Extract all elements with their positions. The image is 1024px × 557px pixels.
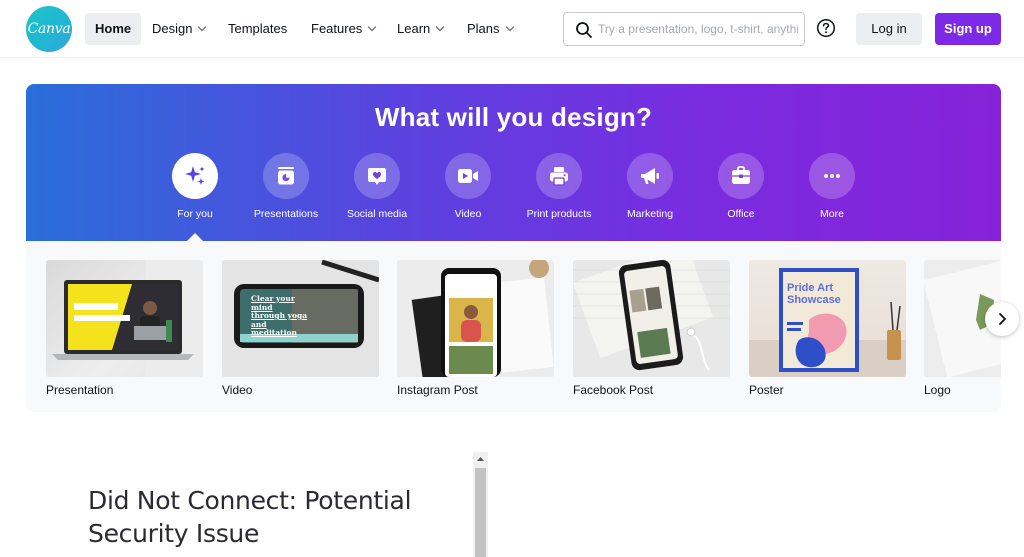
category-label: Social media (346, 208, 408, 220)
scroll-up-arrow-icon[interactable] (473, 452, 488, 466)
category-label: Office (727, 208, 755, 220)
category-icon-circle (718, 153, 764, 199)
nav-learn[interactable]: Learn (387, 13, 453, 45)
category-for-you[interactable]: For you (150, 153, 240, 220)
search-box (563, 12, 805, 46)
nav-features-label: Features (311, 21, 363, 36)
template-label: Video (222, 383, 253, 397)
vertical-scrollbar[interactable] (473, 452, 488, 557)
nav-templates-label: Templates (228, 21, 288, 36)
category-more[interactable]: More (787, 153, 877, 220)
top-navigation-bar: Canva Home Design Templates Features Lea… (0, 0, 1024, 58)
category-icon-circle (354, 153, 400, 199)
chevron-right-icon (999, 313, 1006, 325)
phone-instagram-image (397, 260, 554, 377)
heart-chat-icon (368, 168, 386, 185)
template-label: Poster (749, 383, 784, 397)
chevron-down-icon (505, 22, 514, 32)
template-thumbnail (573, 260, 730, 377)
category-marketing[interactable]: Marketing (605, 153, 695, 220)
category-icon-circle (536, 153, 582, 199)
template-label: Facebook Post (573, 383, 654, 397)
nav-plans-label: Plans (467, 21, 500, 36)
nav-features[interactable]: Features (301, 13, 385, 45)
template-thumbnail: Clear your mind through yoga and meditat… (222, 260, 379, 377)
login-button[interactable]: Log in (856, 13, 922, 45)
carousel-next-button[interactable] (985, 302, 1019, 336)
nav-plans[interactable]: Plans (457, 13, 523, 45)
video-thumb-text: Clear your mind through yoga and meditat… (251, 294, 308, 337)
briefcase-icon (732, 166, 750, 184)
category-label: Marketing (626, 208, 674, 220)
nav-home[interactable]: Home (85, 13, 142, 45)
nav-templates[interactable]: Templates (218, 13, 297, 45)
chevron-down-icon (436, 22, 445, 32)
phone-facebook-image (573, 260, 730, 377)
category-icon-circle (263, 153, 309, 199)
help-icon[interactable] (816, 18, 836, 38)
template-label: Instagram Post (397, 383, 478, 397)
nav-home-label: Home (95, 21, 132, 36)
category-social-media[interactable]: Social media (332, 153, 422, 220)
signup-button[interactable]: Sign up (935, 13, 1001, 45)
category-office[interactable]: Office (696, 153, 786, 220)
connection-error-title: Did Not Connect: Potential Security Issu… (88, 486, 412, 548)
canva-logo[interactable]: Canva (26, 6, 72, 52)
category-icon-circle (627, 153, 673, 199)
template-card-instagram-post[interactable]: Instagram Post (397, 260, 554, 397)
template-thumbnail (46, 260, 203, 377)
category-label: For you (177, 208, 213, 220)
poster-thumb-text: Pride Art Showcase (787, 282, 841, 306)
template-card-presentation[interactable]: Presentation (46, 260, 203, 397)
template-card-video[interactable]: Clear your mind through yoga and meditat… (222, 260, 379, 397)
category-print-products[interactable]: Print products (514, 153, 604, 220)
template-thumbnail (397, 260, 554, 377)
poster-image (749, 268, 906, 377)
design-hero-banner: What will you design? For you Presentati… (26, 84, 1001, 242)
category-icon-circle (172, 153, 218, 199)
nav-design-label: Design (152, 21, 193, 36)
search-input[interactable] (598, 14, 798, 44)
template-carousel: Presentation Clear your mind through yog… (26, 241, 1001, 412)
template-label: Logo (924, 383, 951, 397)
template-label: Presentation (46, 383, 114, 397)
laptop-presentation-image (52, 260, 203, 377)
scrollbar-thumb[interactable] (475, 468, 486, 557)
category-icon-circle (809, 153, 855, 199)
sparkle-icon (185, 166, 205, 185)
hero-title: What will you design? (374, 102, 653, 132)
nav-design[interactable]: Design (142, 13, 215, 45)
category-label: Video (454, 208, 482, 220)
printer-icon (550, 167, 568, 186)
megaphone-icon (641, 168, 659, 184)
category-presentations[interactable]: Presentations (241, 153, 331, 220)
category-label: More (820, 208, 844, 220)
category-video[interactable]: Video (423, 153, 513, 220)
template-card-facebook-post[interactable]: Facebook Post (573, 260, 730, 397)
chevron-down-icon (198, 22, 207, 32)
category-icon-circle (445, 153, 491, 199)
template-thumbnail: Pride Art Showcase (749, 260, 906, 377)
template-card-poster[interactable]: Pride Art Showcase Poster (749, 260, 906, 397)
chevron-down-icon (368, 22, 377, 32)
video-camera-icon (458, 169, 478, 183)
category-label: Presentations (253, 208, 319, 220)
category-label: Print products (526, 208, 592, 220)
nav-learn-label: Learn (397, 21, 431, 36)
more-dots-icon (824, 174, 840, 178)
presentation-icon (278, 167, 294, 185)
search-icon (576, 22, 592, 38)
